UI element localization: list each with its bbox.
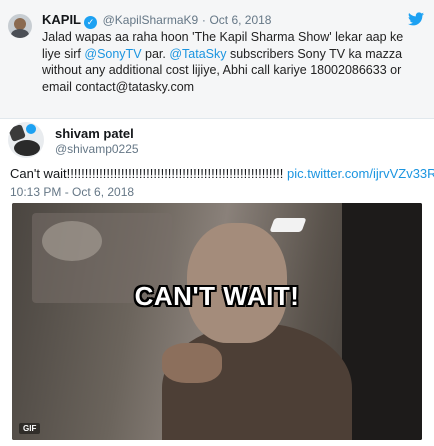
avatar-shape <box>14 140 40 156</box>
author-name[interactable]: shivam patel <box>55 126 134 141</box>
quoted-author-avatar[interactable] <box>8 14 32 38</box>
quoted-author-handle[interactable]: @KapilSharmaK9 <box>103 13 199 27</box>
avatar-body <box>11 29 29 38</box>
quoted-text-part: par. <box>141 46 170 61</box>
gif-media[interactable]: CAN'T WAIT! GIF <box>12 203 422 440</box>
tweet-text: Can't wait!!!!!!!!!!!!!!!!!!!!!!!!!!!!!!… <box>10 166 434 181</box>
quoted-tweet-header: KAPIL ✓ @KapilSharmaK9 · Oct 6, 2018 <box>42 12 271 29</box>
author-avatar[interactable] <box>8 122 44 158</box>
quoted-tweet-date[interactable]: Oct 6, 2018 <box>209 13 271 27</box>
mention-link[interactable]: @SonyTV <box>84 47 141 61</box>
gif-shadow <box>342 203 422 440</box>
media-link[interactable]: pic.twitter.com/ijrvVZv33R <box>287 166 434 181</box>
tweet-body: Can't wait!!!!!!!!!!!!!!!!!!!!!!!!!!!!!!… <box>10 166 284 181</box>
gif-person-hand <box>162 343 222 383</box>
quoted-tweet[interactable]: KAPIL ✓ @KapilSharmaK9 · Oct 6, 2018 Jala… <box>0 0 434 119</box>
gif-corner-graphic <box>269 218 307 232</box>
verified-badge-icon: ✓ <box>84 16 97 29</box>
tweet-timestamp[interactable]: 10:13 PM - Oct 6, 2018 <box>10 185 134 199</box>
quoted-tweet-text: Jalad wapas aa raha hoon 'The Kapil Shar… <box>42 29 422 95</box>
gif-badge: GIF <box>19 423 41 434</box>
twitter-bird-icon[interactable] <box>408 12 424 26</box>
separator-dot: · <box>201 13 206 27</box>
gif-background-light <box>42 221 102 261</box>
gif-caption: CAN'T WAIT! <box>134 281 300 311</box>
avatar-shape <box>26 124 36 134</box>
quoted-author-name[interactable]: KAPIL <box>42 12 81 27</box>
author-handle[interactable]: @shivamp0225 <box>55 142 139 156</box>
mention-link[interactable]: @TataSky <box>169 47 226 61</box>
